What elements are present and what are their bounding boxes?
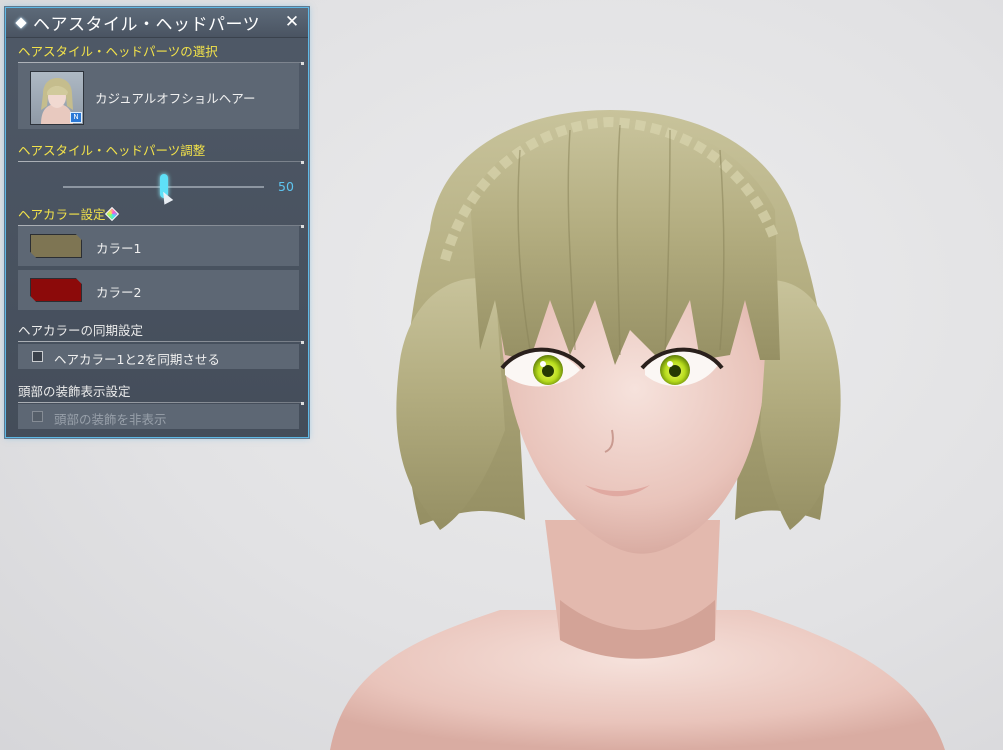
diamond-icon [15, 16, 27, 29]
new-badge: N [70, 112, 82, 123]
hair-color-1-button[interactable]: カラー1 [18, 226, 299, 266]
color-swatch-1 [30, 234, 82, 258]
hairstyle-panel: ヘアスタイル・ヘッドパーツ ✕ ヘアスタイル・ヘッドパーツの選択 N カジュアル… [5, 7, 309, 438]
gem-icon [104, 206, 119, 222]
color-2-label: カラー2 [96, 285, 142, 300]
hair-color-heading-text: ヘアカラー設定 [18, 207, 106, 222]
divider-dot [301, 62, 304, 65]
hair-select-button[interactable]: N カジュアルオフショルヘアー [18, 63, 299, 129]
color-sync-label: ヘアカラー1と2を同期させる [54, 352, 220, 367]
divider-dot [301, 225, 304, 228]
panel-titlebar[interactable]: ヘアスタイル・ヘッドパーツ ✕ [6, 8, 308, 38]
divider-dot [301, 161, 304, 164]
color-sync-heading-text: ヘアカラーの同期設定 [18, 323, 144, 338]
hair-color-heading: ヘアカラー設定 [18, 206, 304, 228]
head-deco-checkbox [32, 411, 43, 422]
color-swatch-2 [30, 278, 82, 302]
hair-color-2-button[interactable]: カラー2 [18, 270, 299, 310]
close-icon[interactable]: ✕ [282, 12, 302, 32]
head-deco-label: 頭部の装飾を非表示 [54, 412, 167, 427]
divider-dot [301, 341, 304, 344]
hair-thumbnail: N [30, 71, 84, 125]
divider-dot [301, 402, 304, 405]
hair-adjust-heading: ヘアスタイル・ヘッドパーツ調整 [18, 142, 304, 164]
hair-select-heading-text: ヘアスタイル・ヘッドパーツの選択 [18, 44, 218, 59]
color-sync-option[interactable]: ヘアカラー1と2を同期させる [18, 344, 299, 369]
head-deco-heading: 頭部の装飾表示設定 [18, 383, 304, 405]
mouse-cursor-icon [158, 189, 173, 205]
head-deco-heading-text: 頭部の装飾表示設定 [18, 384, 131, 399]
hair-adjust-heading-text: ヘアスタイル・ヘッドパーツ調整 [18, 143, 206, 158]
color-1-label: カラー1 [96, 241, 142, 256]
head-deco-option: 頭部の装飾を非表示 [18, 404, 299, 429]
panel-title: ヘアスタイル・ヘッドパーツ [33, 15, 261, 35]
hair-select-heading: ヘアスタイル・ヘッドパーツの選択 [18, 43, 304, 65]
color-sync-checkbox[interactable] [32, 351, 43, 362]
hair-name: カジュアルオフショルヘアー [95, 91, 256, 106]
color-sync-heading: ヘアカラーの同期設定 [18, 322, 304, 344]
hair-adjust-value: 50 [278, 179, 294, 194]
